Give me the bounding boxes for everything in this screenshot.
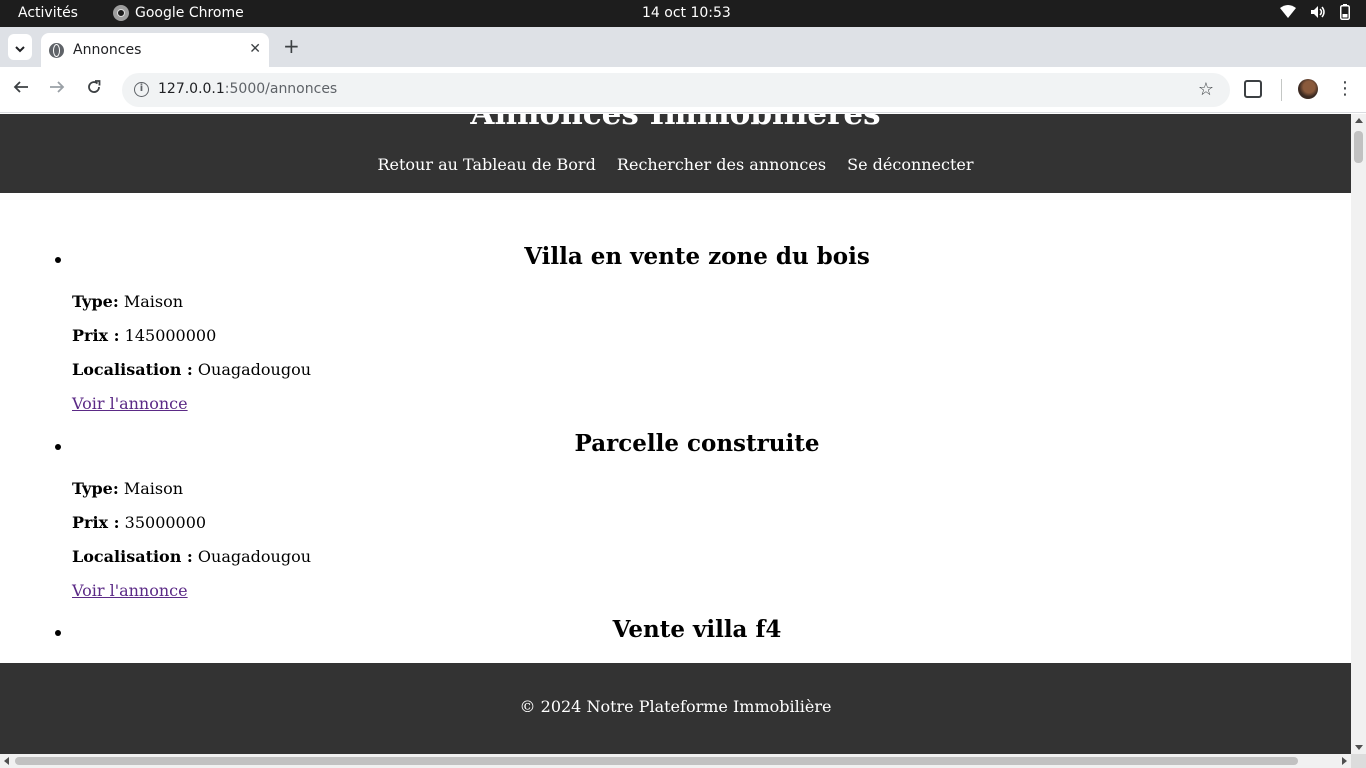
nav-search-link[interactable]: Rechercher des annonces: [617, 155, 826, 174]
listing-type: Type: Maison: [72, 479, 183, 498]
new-tab-button[interactable]: +: [283, 36, 300, 56]
footer-copyright: © 2024 Notre Plateforme Immobilière: [519, 697, 832, 716]
globe-icon: [49, 42, 64, 58]
listing-price: Prix : 35000000: [72, 513, 207, 532]
tab-annonces[interactable]: Annonces ✕: [41, 33, 269, 67]
browser-toolbar: i 127.0.0.1:5000/annonces ☆ ⋮: [0, 67, 1366, 113]
page-viewport: Annonces Immobilières Retour au Tableau …: [0, 114, 1351, 754]
nav-logout-link[interactable]: Se déconnecter: [847, 155, 973, 174]
app-menu[interactable]: Google Chrome: [113, 5, 244, 21]
back-button[interactable]: [13, 79, 29, 100]
listing-location: Localisation : Ouagadougou: [72, 360, 312, 379]
scrollbar-corner: [1351, 754, 1366, 768]
view-listing-link[interactable]: Voir l'annonce: [72, 394, 188, 413]
activities-button[interactable]: Activités: [18, 5, 78, 21]
page-title: Annonces Immobilières: [470, 114, 881, 132]
menu-kebab-icon[interactable]: ⋮: [1336, 78, 1354, 99]
close-icon[interactable]: ✕: [249, 41, 261, 57]
scroll-left-arrow-icon[interactable]: [4, 757, 9, 765]
list-bullet: [55, 630, 61, 636]
url-text[interactable]: 127.0.0.1:5000/annonces: [158, 81, 337, 97]
toolbar-divider: [1281, 79, 1282, 101]
scroll-up-arrow-icon[interactable]: [1355, 118, 1363, 123]
listing-price: Prix : 145000000: [72, 326, 217, 345]
view-listing-link[interactable]: Voir l'annonce: [72, 581, 188, 600]
chrome-icon: [113, 5, 129, 21]
system-tray[interactable]: [1280, 4, 1350, 24]
clock[interactable]: 14 oct 10:53: [642, 5, 731, 21]
battery-icon: [1340, 4, 1350, 24]
reload-icon: [88, 80, 101, 93]
listing-title: Parcelle construite: [574, 430, 820, 457]
arrow-left-icon: [13, 81, 28, 93]
scrollbar-thumb[interactable]: [15, 757, 1298, 765]
chevron-down-icon: [15, 38, 25, 57]
site-footer: © 2024 Notre Plateforme Immobilière: [0, 663, 1351, 754]
app-name-label: Google Chrome: [135, 5, 244, 21]
wifi-icon: [1280, 5, 1296, 23]
site-nav: Retour au Tableau de Bord Rechercher des…: [0, 155, 1351, 174]
bookmark-star-icon[interactable]: ☆: [1198, 79, 1214, 100]
scroll-down-arrow-icon[interactable]: [1355, 745, 1363, 750]
listing-location: Localisation : Ouagadougou: [72, 547, 312, 566]
system-top-bar: Activités Google Chrome 14 oct 10:53: [0, 0, 1366, 27]
site-header: Annonces Immobilières Retour au Tableau …: [0, 114, 1351, 193]
volume-icon: [1310, 5, 1326, 23]
scrollbar-thumb[interactable]: [1354, 131, 1363, 163]
horizontal-scrollbar[interactable]: [0, 754, 1351, 768]
nav-dashboard-link[interactable]: Retour au Tableau de Bord: [377, 155, 595, 174]
arrow-right-icon: [50, 81, 65, 93]
address-bar[interactable]: i 127.0.0.1:5000/annonces ☆: [122, 73, 1230, 107]
profile-avatar[interactable]: [1298, 79, 1318, 99]
forward-button[interactable]: [49, 79, 65, 100]
listing-type: Type: Maison: [72, 292, 183, 311]
tab-strip: Annonces ✕ +: [0, 27, 1366, 67]
list-bullet: [55, 444, 61, 450]
list-bullet: [55, 257, 61, 263]
listing-title: Villa en vente zone du bois: [524, 243, 870, 270]
vertical-scrollbar[interactable]: [1351, 114, 1366, 754]
tab-title: Annonces: [73, 42, 142, 58]
extensions-icon[interactable]: [1244, 80, 1262, 98]
reload-button[interactable]: [86, 79, 102, 100]
listing-title: Vente villa f4: [612, 616, 782, 643]
tab-search-button[interactable]: [8, 34, 32, 60]
site-info-icon[interactable]: i: [134, 82, 149, 97]
scroll-right-arrow-icon[interactable]: [1342, 757, 1347, 765]
